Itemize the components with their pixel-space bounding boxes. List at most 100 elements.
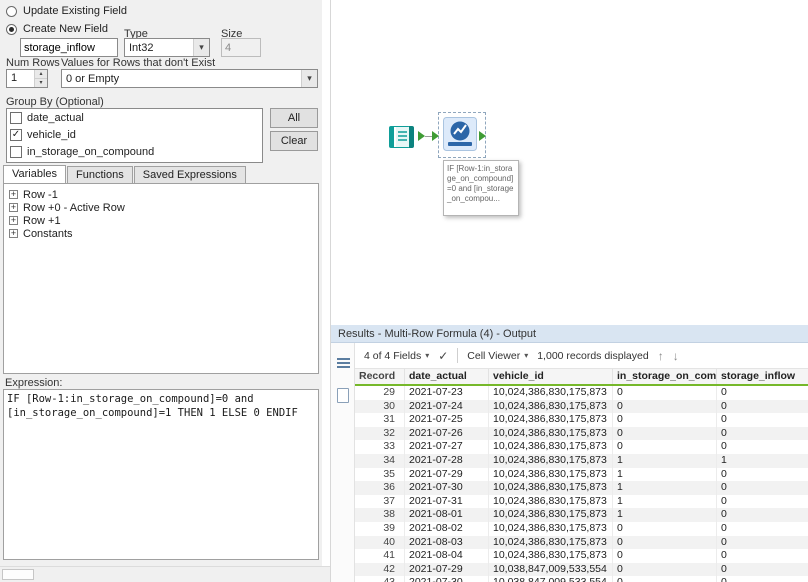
radio-create-label: Create New Field — [23, 23, 108, 35]
type-dropdown[interactable]: Int32 ▾ — [124, 38, 210, 57]
table-row[interactable]: 342021-07-2810,024,386,830,175,87311 — [355, 454, 808, 468]
radio-update-existing[interactable]: Update Existing Field — [6, 4, 127, 18]
all-button[interactable]: All — [270, 108, 318, 128]
table-row[interactable]: 392021-08-0210,024,386,830,175,87300 — [355, 522, 808, 536]
table-row[interactable]: 292021-07-2310,024,386,830,175,87300 — [355, 386, 808, 400]
fields-dropdown[interactable]: 4 of 4 Fields ▾ — [364, 350, 429, 362]
workflow-canvas[interactable]: IF [Row-1:in_storage_on_compound]=0 and … — [331, 0, 808, 325]
table-cell: 10,024,386,830,175,873 — [489, 413, 613, 427]
scrollbar-thumb[interactable] — [2, 569, 34, 580]
expand-plus-icon[interactable]: + — [9, 216, 18, 225]
group-by-item[interactable]: in_storage_on_compound — [7, 143, 262, 160]
table-cell: 0 — [717, 536, 808, 550]
expression-input[interactable]: IF [Row-1:in_storage_on_compound]=0 and … — [3, 389, 319, 560]
table-cell: 10,038,847,009,533,554 — [489, 563, 613, 577]
table-row[interactable]: 312021-07-2510,024,386,830,175,87300 — [355, 413, 808, 427]
field-name-input[interactable] — [20, 38, 118, 57]
table-row[interactable]: 412021-08-0410,024,386,830,175,87300 — [355, 549, 808, 563]
column-header-storage_inflow[interactable]: storage_inflow — [717, 369, 808, 384]
list-bars-icon — [337, 358, 350, 360]
cell-viewer-label: Cell Viewer — [467, 350, 520, 362]
radio-unselected-icon[interactable] — [6, 6, 17, 17]
table-row[interactable]: 402021-08-0310,024,386,830,175,87300 — [355, 536, 808, 550]
group-by-label: Group By (Optional) — [6, 96, 104, 108]
output-anchor-icon[interactable] — [418, 131, 425, 141]
table-cell: 10,024,386,830,175,873 — [489, 495, 613, 509]
table-cell: 29 — [355, 386, 405, 400]
table-row[interactable]: 432021-07-3010,038,847,009,533,55400 — [355, 576, 808, 582]
table-view-icon[interactable] — [331, 351, 355, 375]
expand-plus-icon[interactable]: + — [9, 229, 18, 238]
column-header-vehicle_id[interactable]: vehicle_id — [489, 369, 613, 384]
radio-create-new[interactable]: Create New Field — [6, 22, 108, 36]
tab-variables[interactable]: Variables — [3, 165, 66, 183]
multi-row-formula-tool-icon[interactable] — [443, 117, 477, 151]
table-row[interactable]: 332021-07-2710,024,386,830,175,87300 — [355, 440, 808, 454]
table-cell: 0 — [613, 413, 717, 427]
tree-item[interactable]: +Row +0 - Active Row — [9, 201, 318, 214]
table-cell: 2021-07-29 — [405, 468, 489, 482]
expand-plus-icon[interactable]: + — [9, 190, 18, 199]
chevron-down-icon: ▾ — [301, 70, 317, 87]
table-cell: 1 — [717, 454, 808, 468]
values-rows-dropdown[interactable]: 0 or Empty ▾ — [61, 69, 318, 88]
num-rows-stepper[interactable]: 1 ▴ ▾ — [6, 69, 48, 88]
right-region: IF [Row-1:in_storage_on_compound]=0 and … — [330, 0, 808, 582]
table-cell: 10,024,386,830,175,873 — [489, 440, 613, 454]
tab-functions[interactable]: Functions — [67, 166, 133, 183]
table-cell: 1 — [613, 468, 717, 482]
table-row[interactable]: 382021-08-0110,024,386,830,175,87310 — [355, 508, 808, 522]
tree-item[interactable]: +Row -1 — [9, 188, 318, 201]
column-header-in_storage_on_compound[interactable]: in_storage_on_compound — [613, 369, 717, 384]
tree-item[interactable]: +Row +1 — [9, 214, 318, 227]
down-arrow-icon[interactable]: ↓ — [673, 349, 679, 363]
spinner-down-icon[interactable]: ▾ — [35, 78, 47, 87]
column-header-record[interactable]: Record — [355, 369, 405, 384]
table-row[interactable]: 322021-07-2610,024,386,830,175,87300 — [355, 427, 808, 441]
metadata-view-icon[interactable] — [331, 383, 355, 407]
expand-plus-icon[interactable]: + — [9, 203, 18, 212]
alteryx-window: Update Existing Field Create New Field T… — [0, 0, 808, 582]
checkbox-unchecked-icon[interactable] — [10, 146, 22, 158]
radio-selected-icon[interactable] — [6, 24, 17, 35]
table-row[interactable]: 302021-07-2410,024,386,830,175,87300 — [355, 400, 808, 414]
variables-tree[interactable]: +Row -1+Row +0 - Active Row+Row +1+Const… — [3, 183, 319, 374]
table-cell: 1 — [613, 454, 717, 468]
table-cell: 0 — [613, 386, 717, 400]
cell-viewer-dropdown[interactable]: Cell Viewer ▾ — [467, 350, 528, 362]
table-cell: 10,024,386,830,175,873 — [489, 468, 613, 482]
tab-saved-expressions[interactable]: Saved Expressions — [134, 166, 246, 183]
horizontal-scrollbar[interactable] — [0, 566, 330, 582]
table-row[interactable]: 362021-07-3010,024,386,830,175,87310 — [355, 481, 808, 495]
table-cell: 30 — [355, 400, 405, 414]
spinner-up-icon[interactable]: ▴ — [35, 70, 47, 78]
records-displayed-label: 1,000 records displayed — [537, 350, 649, 362]
apply-check-icon[interactable]: ✓ — [438, 349, 448, 363]
group-by-list[interactable]: date_actual✓vehicle_idin_storage_on_comp… — [6, 108, 263, 163]
checkbox-unchecked-icon[interactable] — [10, 112, 22, 124]
column-header-date_actual[interactable]: date_actual — [405, 369, 489, 384]
table-cell: 0 — [717, 440, 808, 454]
table-cell: 0 — [717, 522, 808, 536]
results-icon-strip — [331, 343, 355, 582]
group-by-item[interactable]: date_actual — [7, 109, 262, 126]
table-cell: 2021-08-04 — [405, 549, 489, 563]
clear-button[interactable]: Clear — [270, 131, 318, 151]
table-cell: 2021-08-02 — [405, 522, 489, 536]
checkbox-checked-icon[interactable]: ✓ — [10, 129, 22, 141]
tree-item[interactable]: +Constants — [9, 227, 318, 240]
input-anchor-icon[interactable] — [432, 131, 439, 141]
config-panel: Update Existing Field Create New Field T… — [0, 0, 322, 566]
up-arrow-icon[interactable]: ↑ — [658, 349, 664, 363]
table-row[interactable]: 352021-07-2910,024,386,830,175,87310 — [355, 468, 808, 482]
group-by-item[interactable]: ✓vehicle_id — [7, 126, 262, 143]
num-rows-label: Num Rows — [6, 57, 60, 69]
output-anchor-icon[interactable] — [479, 131, 486, 141]
table-cell: 10,024,386,830,175,873 — [489, 508, 613, 522]
tool-tooltip: IF [Row-1:in_storage_on_compound]=0 and … — [443, 160, 519, 216]
table-row[interactable]: 422021-07-2910,038,847,009,533,55400 — [355, 563, 808, 577]
table-row[interactable]: 372021-07-3110,024,386,830,175,87310 — [355, 495, 808, 509]
input-data-tool-icon[interactable] — [387, 122, 417, 152]
table-cell: 0 — [717, 468, 808, 482]
table-cell: 2021-07-30 — [405, 481, 489, 495]
